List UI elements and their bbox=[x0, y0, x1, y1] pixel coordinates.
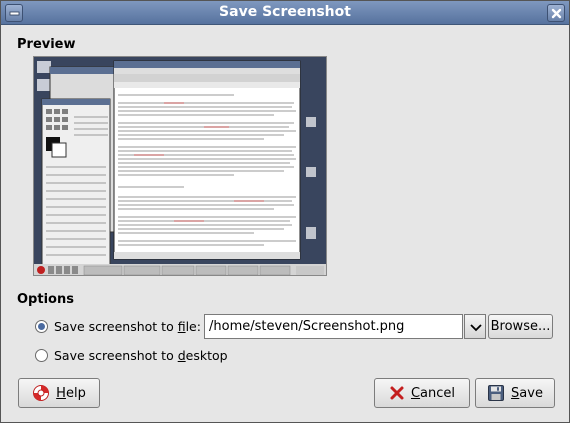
file-path-combo[interactable] bbox=[204, 314, 486, 339]
preview-image bbox=[34, 57, 326, 275]
window-title: Save Screenshot bbox=[219, 4, 351, 20]
options-heading: Options bbox=[17, 292, 74, 307]
help-button-label: Help bbox=[56, 385, 86, 401]
save-button[interactable]: Save bbox=[475, 378, 555, 408]
file-path-dropdown-button[interactable] bbox=[464, 314, 486, 339]
save-to-file-radio[interactable] bbox=[35, 320, 48, 333]
help-button[interactable]: Help bbox=[18, 378, 100, 408]
title-bar: Save Screenshot bbox=[1, 1, 569, 25]
save-to-desktop-label: Save screenshot to desktop bbox=[54, 348, 228, 363]
save-to-file-option[interactable]: Save screenshot to file: bbox=[35, 319, 201, 334]
help-lifebuoy-icon bbox=[32, 384, 50, 402]
close-icon bbox=[551, 8, 562, 19]
cancel-button[interactable]: Cancel bbox=[374, 378, 470, 408]
browse-button[interactable]: Browse... bbox=[488, 314, 553, 339]
save-screenshot-dialog: Save Screenshot Preview Options Save scr… bbox=[0, 0, 570, 423]
chevron-down-icon bbox=[470, 324, 482, 332]
save-button-label: Save bbox=[511, 385, 543, 401]
save-to-file-label: Save screenshot to file: bbox=[54, 319, 201, 334]
screenshot-preview bbox=[33, 56, 327, 276]
cancel-icon bbox=[389, 385, 405, 401]
cancel-button-label: Cancel bbox=[410, 385, 456, 401]
file-path-input[interactable] bbox=[204, 314, 463, 339]
window-close-button[interactable] bbox=[547, 4, 565, 22]
floppy-disk-icon bbox=[487, 384, 505, 402]
preview-heading: Preview bbox=[17, 37, 76, 52]
save-to-desktop-radio[interactable] bbox=[35, 349, 48, 362]
browse-button-label: Browse... bbox=[490, 319, 551, 334]
save-to-desktop-option[interactable]: Save screenshot to desktop bbox=[35, 348, 228, 363]
